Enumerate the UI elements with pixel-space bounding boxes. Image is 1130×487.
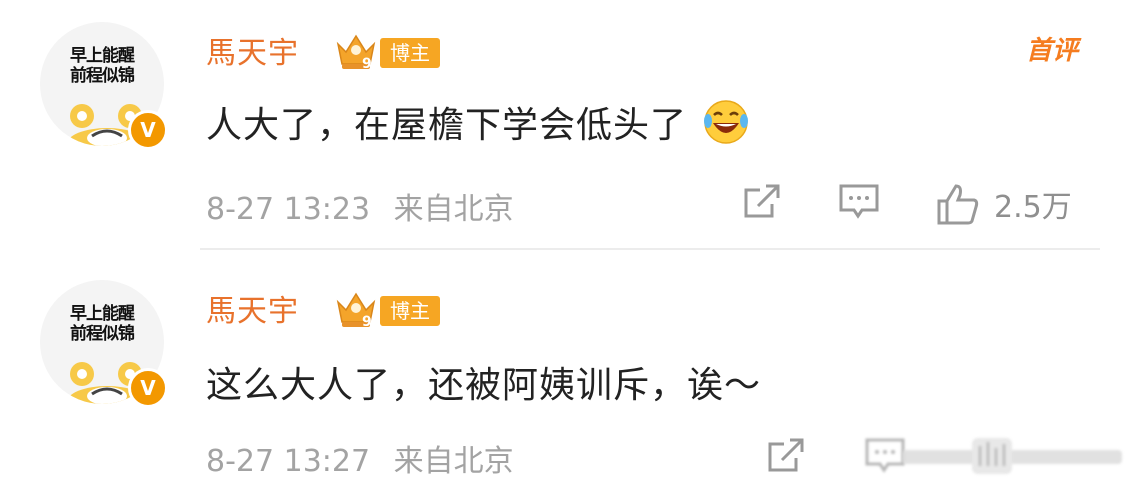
avatar-text: 早上能醒 前程似锦 <box>50 304 154 344</box>
comment-text: 这么大人了，还被阿姨训斥，诶～ <box>206 365 762 406</box>
blogger-tag: 博主 <box>380 38 440 68</box>
comment-item: 早上能醒 前程似锦 V 馬天宇 9 博主 首评 人大了，在屋檐下学会低头了 8-… <box>0 0 1130 248</box>
avatar-text-line2: 前程似锦 <box>70 324 135 344</box>
crown-level-icon: 9 <box>336 34 376 72</box>
avatar-text-line1: 早上能醒 <box>70 46 135 66</box>
crown-level-icon: 9 <box>336 292 376 330</box>
comment-actions: 2.5万 <box>0 182 1130 226</box>
comment-icon <box>839 184 879 219</box>
share-button[interactable] <box>766 436 806 476</box>
watermark-overlay <box>902 436 1122 476</box>
comment-content: 这么大人了，还被阿姨训斥，诶～ <box>206 356 761 408</box>
reply-button[interactable] <box>838 182 880 222</box>
verified-badge-icon: V <box>128 368 168 408</box>
comment-content: 人大了，在屋檐下学会低头了 <box>206 96 749 148</box>
share-icon <box>768 438 804 472</box>
laughing-tears-emoji-icon <box>704 100 749 144</box>
username[interactable]: 馬天宇 <box>206 28 299 72</box>
level-number: 9 <box>362 56 372 72</box>
share-icon <box>744 184 780 218</box>
share-button[interactable] <box>742 182 782 222</box>
blogger-tag: 博主 <box>380 296 440 326</box>
avatar-text-line1: 早上能醒 <box>70 304 135 324</box>
watermark-icon <box>902 438 1122 474</box>
level-number: 9 <box>362 314 372 330</box>
avatar-text-line2: 前程似锦 <box>70 66 135 86</box>
like-count: 2.5万 <box>994 190 1072 225</box>
like-button[interactable]: 2.5万 <box>936 182 1072 226</box>
verified-badge-icon: V <box>128 110 168 150</box>
avatar-text: 早上能醒 前程似锦 <box>50 46 154 86</box>
comment-text: 人大了，在屋檐下学会低头了 <box>206 105 688 146</box>
comment-icon <box>865 438 905 473</box>
username[interactable]: 馬天宇 <box>206 286 299 330</box>
thumbs-up-icon <box>937 184 979 225</box>
reply-button[interactable] <box>864 436 906 476</box>
comment-item: 早上能醒 前程似锦 V 馬天宇 9 博主 这么大人了，还被阿姨训斥，诶～ 8-2… <box>0 250 1130 487</box>
comment-actions <box>0 436 1130 480</box>
first-comment-badge: 首评 <box>1025 36 1078 66</box>
